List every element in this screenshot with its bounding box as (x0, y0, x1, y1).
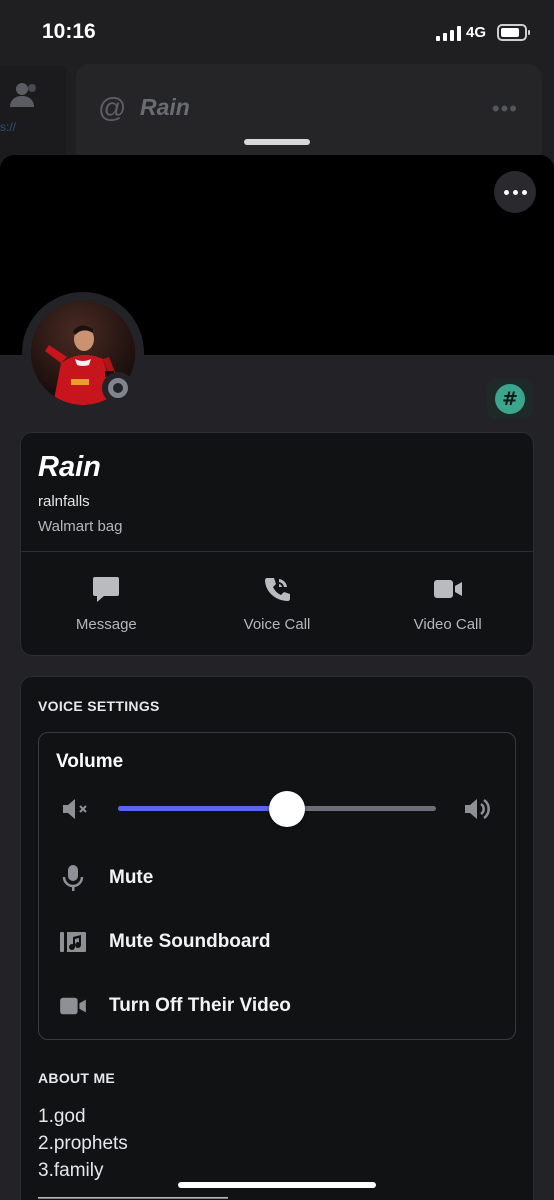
sheet-grabber[interactable] (244, 139, 310, 145)
message-label: Message (75, 616, 137, 633)
speaker-mute-icon[interactable] (61, 797, 91, 821)
soundboard-icon (57, 928, 89, 956)
about-line: 2.prophets (38, 1133, 128, 1154)
at-icon: @ (98, 92, 127, 123)
background-link: s:// (0, 120, 17, 134)
chat-bubble-icon (91, 574, 121, 604)
more-options-button[interactable] (494, 171, 536, 213)
mute-soundboard-label: Mute Soundboard (109, 931, 271, 952)
volume-slider-thumb[interactable] (268, 791, 305, 827)
about-line: 3.family (38, 1160, 104, 1181)
profile-card: Rain ralnfalls Walmart bag Message Voice… (20, 432, 534, 656)
background-channel-header: @ Rain ••• (76, 64, 542, 164)
more-dots-icon: ••• (491, 96, 518, 121)
voice-call-label: Voice Call (243, 616, 311, 633)
mute-row[interactable]: Mute (39, 858, 517, 898)
message-button[interactable]: Message (21, 552, 192, 656)
voice-call-button[interactable]: Voice Call (192, 552, 363, 656)
voice-settings-heading: VOICE SETTINGS (38, 698, 160, 714)
battery-icon (497, 24, 530, 41)
voice-settings-card: VOICE SETTINGS Volume Mute Mute Soundboa… (20, 676, 534, 1200)
microphone-icon (57, 864, 89, 892)
background-channel-name: Rain (140, 94, 190, 120)
username: ralnfalls (38, 493, 90, 510)
home-indicator[interactable] (178, 1182, 376, 1188)
mute-soundboard-row[interactable]: Mute Soundboard (39, 922, 517, 962)
volume-slider-row (39, 789, 517, 829)
volume-label: Volume (56, 751, 124, 772)
turn-off-video-label: Turn Off Their Video (109, 995, 291, 1016)
voice-settings-box: Volume Mute Mute Soundboard Turn Off The… (38, 732, 516, 1040)
turn-off-video-row[interactable]: Turn Off Their Video (39, 986, 517, 1026)
volume-slider[interactable] (118, 791, 436, 827)
background-sidebar: s:// (0, 66, 66, 166)
display-name: Rain (38, 451, 101, 483)
phone-icon (262, 574, 292, 604)
profile-sheet: # Rain ralnfalls Walmart bag Message Voi… (0, 155, 554, 1200)
video-camera-icon (433, 574, 463, 604)
signal-icon (436, 26, 461, 41)
friends-icon (10, 83, 36, 107)
profile-actions: Message Voice Call Video Call (21, 552, 533, 656)
status-time: 10:16 (42, 20, 96, 43)
about-line: 1.god (38, 1106, 86, 1127)
about-me-heading: ABOUT ME (38, 1070, 116, 1086)
hashtag-badge-icon: # (495, 384, 525, 414)
video-camera-icon (57, 992, 89, 1020)
status-bar: 10:16 4G (0, 0, 554, 66)
network-type: 4G (466, 24, 487, 41)
volume-slider-fill (118, 806, 287, 811)
badge-container[interactable]: # (487, 379, 533, 419)
video-call-button[interactable]: Video Call (362, 552, 533, 656)
mute-label: Mute (109, 867, 154, 888)
speaker-loud-icon[interactable] (463, 797, 493, 821)
offline-status-icon (102, 372, 134, 404)
avatar-container (22, 292, 144, 414)
video-call-label: Video Call (413, 616, 482, 633)
custom-status: Walmart bag (38, 518, 123, 535)
